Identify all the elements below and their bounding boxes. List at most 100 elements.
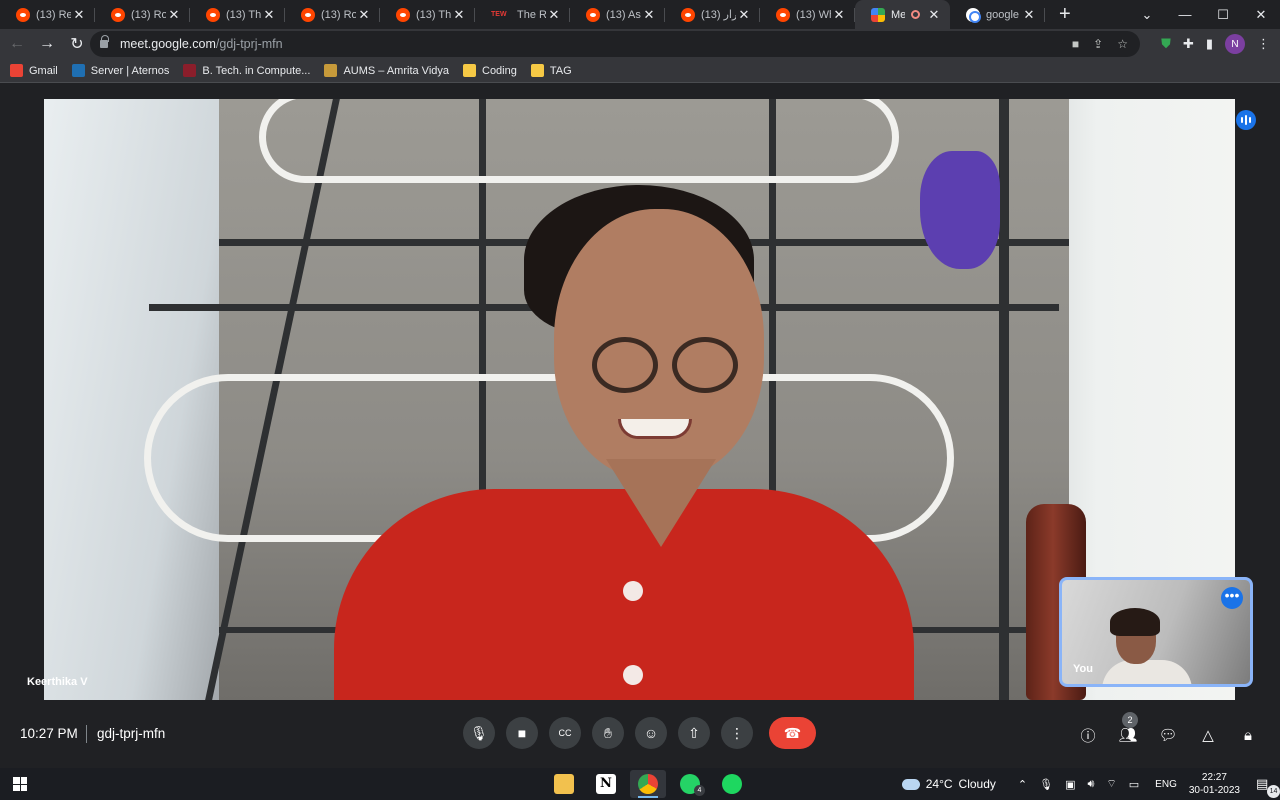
back-button[interactable]: ← [4,35,30,53]
aternos-icon [71,64,85,77]
bookmark-item[interactable]: Gmail [10,64,58,77]
system-clock[interactable]: 22:27 30-01-2023 [1189,771,1240,797]
browser-menu-icon[interactable]: ⋮ [1257,36,1270,52]
video-glasses [592,337,658,393]
close-tab-icon[interactable]: ✕ [1021,7,1037,23]
notifications-count: 14 [1267,785,1280,798]
bookmark-site-icon [183,64,197,77]
side-panel-icon[interactable]: ▮ [1206,36,1213,52]
chat-icon[interactable]: 💬︎ [1158,725,1178,745]
new-tab-button[interactable]: + [1059,3,1071,26]
maximize-button[interactable]: ☐ [1204,7,1242,23]
reddit-icon [776,7,790,22]
browser-tab[interactable]: (13) The I✕ [380,0,475,29]
bookmark-item[interactable]: B. Tech. in Compute... [183,64,310,77]
raise-hand-button[interactable]: ✋︎ [592,717,624,749]
amrita-icon [324,64,338,77]
browser-tab[interactable]: (13) Reddi✕ [0,0,95,29]
browser-tab[interactable]: (13) Roth✕ [285,0,380,29]
main-video-tile[interactable] [44,99,1235,700]
browser-tab[interactable]: (13) As fa✕ [570,0,665,29]
close-tab-icon[interactable]: ✕ [926,7,942,23]
address-bar[interactable]: meet.google.com/gdj-tprj-mfn ■ ⇪ ☆ [90,31,1140,57]
reddit-icon [396,7,410,22]
camera-in-use-icon[interactable]: ■ [1072,37,1079,51]
bookmark-star-icon[interactable]: ☆ [1117,37,1128,51]
camera-button[interactable]: ■ [506,717,538,749]
bookmark-item[interactable]: Server | Aternos [71,64,169,77]
battery-icon[interactable]: ▭ [1129,778,1139,791]
present-screen-button[interactable]: ⇧ [678,717,710,749]
reload-button[interactable]: ↻ [64,34,90,54]
reactions-button[interactable]: ☺ [635,717,667,749]
browser-tab[interactable]: TEW The Roth✕ [475,0,570,29]
close-tab-icon[interactable]: ✕ [736,7,752,23]
speaker-icon[interactable]: 🔊︎ [1087,778,1094,791]
host-controls-icon[interactable]: 🔒︎ [1238,725,1258,745]
tab-search-icon[interactable]: ⌄ [1128,7,1166,23]
whatsapp-icon[interactable]: 4 [672,770,708,798]
bookmark-label: AUMS – Amrita Vidya [343,64,449,77]
microphone-tray-icon[interactable]: 🎙︎ [1039,778,1053,791]
browser-tab[interactable]: (13) Why✕ [760,0,855,29]
meet-stage: Keerthika V You ••• 10:27 PM gdj-tprj-mf… [0,83,1280,768]
close-tab-icon[interactable]: ✕ [356,7,372,23]
close-tab-icon[interactable]: ✕ [641,7,657,23]
bookmark-item[interactable]: AUMS – Amrita Vidya [324,64,449,77]
microphone-button[interactable]: 🎙︎ [463,717,495,749]
close-tab-icon[interactable]: ✕ [166,7,182,23]
bookmark-label: Gmail [29,64,58,77]
show-hidden-icons-chevron-icon[interactable]: ⌃ [1018,778,1027,791]
browser-tab[interactable]: (13) Roth✕ [95,0,190,29]
browser-tab[interactable]: (13) أسرار✕ [665,0,760,29]
chrome-icon[interactable] [630,770,666,798]
more-options-button[interactable]: ⋮ [721,717,753,749]
input-language[interactable]: ENG [1155,779,1177,790]
reddit-icon [16,7,30,22]
close-tab-icon[interactable]: ✕ [71,7,87,23]
wifi-icon[interactable]: ⌔ [1106,777,1116,791]
share-icon[interactable]: ⇪ [1093,37,1103,51]
reddit-icon [206,7,220,22]
spotify-icon[interactable] [714,770,750,798]
clock-date: 30-01-2023 [1188,785,1240,796]
close-tab-icon[interactable]: ✕ [261,7,277,23]
minimize-button[interactable]: — [1166,7,1204,22]
bookmark-item[interactable]: Coding [463,64,517,77]
profile-avatar[interactable]: N [1225,34,1245,54]
divider [86,725,87,743]
window-controls: ⌄ — ☐ ✕ [1128,0,1280,29]
tab-title: (13) Reddi [36,8,71,21]
notifications-icon[interactable]: ▤ 14 [1256,776,1280,798]
activities-icon[interactable]: △ [1198,725,1218,745]
shield-extension-icon[interactable]: ⛊ [1161,36,1171,52]
close-tab-icon[interactable]: ✕ [451,7,467,23]
bookmark-item[interactable]: TAG [530,64,572,77]
weather-widget[interactable]: 24°C Cloudy [901,777,996,791]
close-tab-icon[interactable]: ✕ [546,7,562,23]
browser-tab[interactable]: google tr✕ [950,0,1045,29]
notion-icon[interactable]: N [588,770,624,798]
gmail-icon [10,64,23,77]
more-options-icon[interactable]: ••• [1221,587,1243,609]
captions-button[interactable]: CC [549,717,581,749]
file-explorer-icon[interactable] [546,770,582,798]
video-cloth [920,151,1000,269]
bookmarks-bar: Gmail Server | Aternos B. Tech. in Compute… [0,59,1280,83]
tab-title: (13) أسرار [701,9,736,21]
people-icon[interactable]: 👥︎ 2 [1118,712,1138,745]
windows-start-icon[interactable] [13,777,27,791]
forward-button[interactable]: → [34,35,60,53]
self-video-tile[interactable]: You ••• [1059,577,1253,687]
browser-tab[interactable]: Meet ✕ [855,0,950,29]
clock-time: 22:27 [1201,772,1227,783]
camera-tray-icon[interactable]: ▣ [1065,778,1075,791]
browser-tab[interactable]: (13) The l✕ [190,0,285,29]
google-icon [966,7,981,23]
extensions-puzzle-icon[interactable]: ✚ [1183,36,1194,52]
close-window-button[interactable]: ✕ [1242,7,1280,23]
close-tab-icon[interactable]: ✕ [831,7,847,23]
tew-icon: TEW [491,10,507,18]
leave-call-button[interactable]: ☎︎ [769,717,816,749]
meeting-details-icon[interactable]: ⓘ [1078,725,1098,745]
